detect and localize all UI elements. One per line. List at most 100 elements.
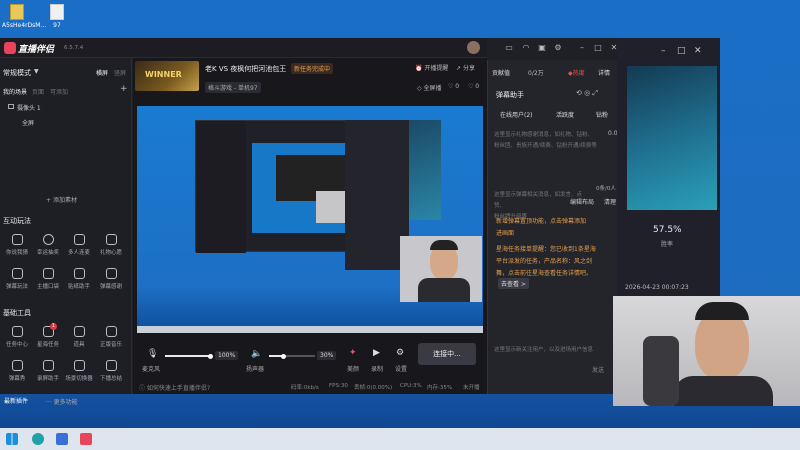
back-close-icon[interactable]: ✕ xyxy=(694,46,702,56)
tab-activity[interactable]: 活跃度 xyxy=(556,110,574,119)
heat-badge[interactable]: ◆热度 xyxy=(568,68,585,77)
stream-title[interactable]: 老K VS 夜枫何把河池包王 xyxy=(205,64,286,74)
live-companion-window: 直播伴侣 6.5.7.4 常规模式 ▼ 横屏 竖屏 我的场景 页面 可添加 + … xyxy=(0,38,487,406)
mic-volume-slider[interactable] xyxy=(165,353,213,359)
add-source-button[interactable]: + 添加素材 xyxy=(46,195,77,204)
fullscreen-button[interactable]: ◇ 全屏播 xyxy=(417,83,442,92)
tab-contribution[interactable]: 贡献值 xyxy=(492,68,510,77)
speaker-icon[interactable]: 🔈 xyxy=(251,349,262,359)
tool-screen-record[interactable]: 录屏助手 xyxy=(33,360,63,382)
minimize-icon[interactable]: – xyxy=(577,43,587,53)
tab-page[interactable]: 页面 xyxy=(32,87,44,96)
tool-music[interactable]: 正版音乐 xyxy=(96,326,126,348)
gift-icon xyxy=(105,234,117,245)
task-icon xyxy=(11,326,23,337)
tool-gift-wish[interactable]: 礼物心愿 xyxy=(96,234,126,256)
taskbar xyxy=(0,428,800,450)
win-rate-label: 胜率 xyxy=(661,241,674,248)
tool-task-center[interactable]: 任务中心 xyxy=(2,326,32,348)
headset-icon[interactable]: ◠ xyxy=(521,43,531,53)
tab-online-users[interactable]: 在线用户(2) xyxy=(500,110,533,119)
back-maximize-icon[interactable]: □ xyxy=(677,46,686,56)
live-companion-taskbar-icon[interactable] xyxy=(80,433,92,445)
tool-lottery[interactable]: 幸运抽奖 xyxy=(33,234,63,256)
go-view-button[interactable]: 去查看 > xyxy=(498,278,529,289)
file-icon xyxy=(10,4,24,20)
beauty-icon[interactable]: ✦ xyxy=(349,348,357,358)
status-bitrate: 码率:0kb/s xyxy=(291,385,319,391)
more-functions-button[interactable]: ··· 更多功能 xyxy=(46,397,78,406)
status-cpu: CPU:3% xyxy=(400,383,422,389)
danmu-assistant-title: 弹幕助手 xyxy=(496,91,524,99)
clear-button[interactable]: 清理 xyxy=(604,197,616,206)
tool-danmu-play[interactable]: 弹幕玩法 xyxy=(2,268,32,290)
followers-placeholder: 这里显示新关注用户，以及进场用户信息 xyxy=(494,347,594,353)
sticker-icon xyxy=(73,268,85,279)
source-item-camera[interactable]: 摄像头 1 xyxy=(17,103,41,112)
app-icon[interactable] xyxy=(56,433,68,445)
tool-starsea-task[interactable]: 星海任务 1 xyxy=(33,323,63,348)
edit-layout-button[interactable]: 编辑布局 xyxy=(570,197,594,206)
windows-start-icon[interactable] xyxy=(6,433,18,445)
back-minimize-icon[interactable]: – xyxy=(661,46,666,56)
main-stage: WINNER 老K VS 夜枫何把河池包王 新任务完成中 格斗游戏 - 单机97… xyxy=(133,58,487,394)
music-icon xyxy=(105,326,117,337)
document-icon xyxy=(50,4,64,20)
stream-category[interactable]: 格斗游戏 - 单机97 xyxy=(205,82,261,93)
stream-reminder-link[interactable]: ⏰ 开播提醒 xyxy=(415,63,448,72)
share-link[interactable]: ↗ 分享 xyxy=(456,63,475,72)
record-button-icon[interactable]: ▶ xyxy=(373,348,380,358)
tab-landscape[interactable]: 横屏 xyxy=(96,68,108,77)
mic-icon[interactable]: 🎙 xyxy=(147,349,158,359)
tab-addable[interactable]: 可添加 xyxy=(50,87,68,96)
mic-label: 麦克风 xyxy=(142,366,161,373)
source-item-fullscreen[interactable]: 全屏 xyxy=(22,118,34,127)
desktop-icon-doc[interactable]: 97 xyxy=(42,4,72,29)
nested-taskbar xyxy=(137,326,483,333)
desktop-bottom-label: 最新插件 xyxy=(4,398,29,405)
win-rate-value: 57.5% xyxy=(653,225,682,235)
chat-icon[interactable]: ▭ xyxy=(504,43,514,53)
maximize-icon[interactable]: □ xyxy=(593,43,603,53)
status-fps: FPS:30 xyxy=(329,383,348,389)
record-label: 录制 xyxy=(371,366,384,373)
details-link[interactable]: 详情 xyxy=(598,68,610,77)
tool-scene-switch[interactable]: 场景切换器 xyxy=(64,360,94,382)
send-button[interactable]: 发送 xyxy=(592,365,604,374)
stream-banner[interactable]: WINNER xyxy=(135,61,199,91)
settings-icon[interactable]: ⚙ xyxy=(553,43,563,53)
tool-danmu-show[interactable]: 弹幕秀 xyxy=(2,360,32,382)
thanks-icon xyxy=(105,268,117,279)
tool-sticker[interactable]: 贴纸助手 xyxy=(64,268,94,290)
tool-summary[interactable]: 下播总结 xyxy=(96,360,126,382)
sidebar: 常规模式 ▼ 横屏 竖屏 我的场景 页面 可添加 + 摄像头 1 全屏 + 添加… xyxy=(0,58,132,406)
tool-danmu-thanks[interactable]: 弹幕感谢 xyxy=(96,268,126,290)
tab-portrait[interactable]: 竖屏 xyxy=(114,68,126,77)
avatar[interactable] xyxy=(467,41,480,54)
window-controls: ▭ ◠ ▣ ⚙ – □ ✕ xyxy=(487,38,627,60)
speaker-volume-slider[interactable] xyxy=(269,353,315,359)
tab-my-scenes[interactable]: 我的场景 xyxy=(3,87,27,96)
title-bar: 直播伴侣 6.5.7.4 xyxy=(0,38,487,58)
desktop-icon-file[interactable]: A5sHe4rDsM... xyxy=(2,4,47,29)
webcam-overlay xyxy=(613,296,800,406)
danmu-icons[interactable]: ⟲ ◎ ⤢ xyxy=(576,89,598,98)
camera-preview-overlay[interactable] xyxy=(400,236,482,302)
edge-browser-icon[interactable] xyxy=(32,433,44,445)
viewers-count: ♡ 0 xyxy=(468,83,480,90)
tool-props[interactable]: 道具 xyxy=(64,326,94,348)
settings-gear-icon[interactable]: ⚙ xyxy=(396,348,404,358)
connect-button[interactable]: 连接中... xyxy=(418,343,476,365)
chevron-down-icon[interactable]: ▼ xyxy=(34,68,39,75)
help-link[interactable]: ⓘ 如何快速上手直播伴侣? xyxy=(139,383,210,392)
gift-box-icon[interactable]: ▣ xyxy=(537,43,547,53)
stream-tag: 新任务完成中 xyxy=(291,63,334,74)
desktop-icon-label: A5sHe4rDsM... xyxy=(2,22,47,29)
mode-select[interactable]: 常规模式 xyxy=(3,68,31,78)
props-icon xyxy=(73,326,85,337)
tool-multi-mic[interactable]: 多人连麦 xyxy=(64,234,94,256)
add-scene-icon[interactable]: + xyxy=(120,84,128,94)
tab-diamond-fans[interactable]: 钻粉 xyxy=(596,110,608,119)
tool-guess[interactable]: 你说我猜 xyxy=(2,234,32,256)
tool-host-pocket[interactable]: 主播口袋 xyxy=(33,268,63,290)
